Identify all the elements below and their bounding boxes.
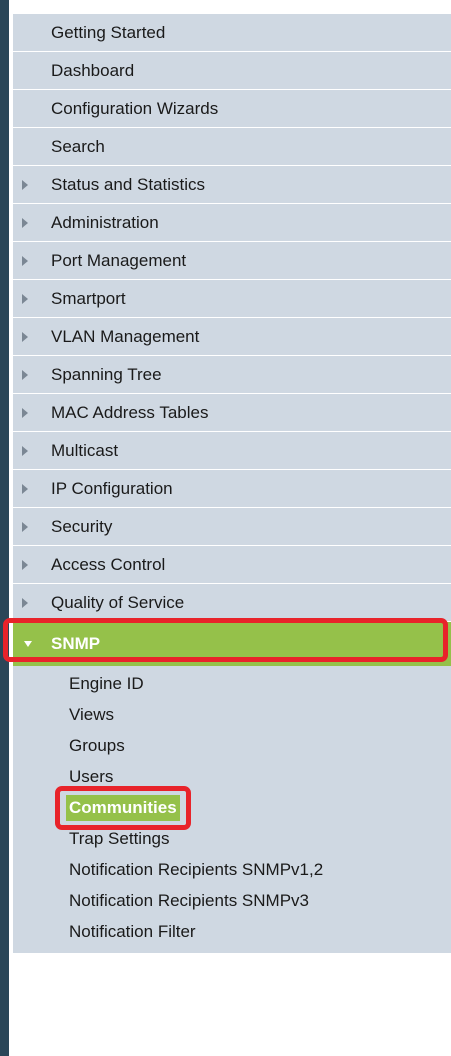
nav-item-administration[interactable]: Administration <box>13 204 451 242</box>
nav-item-mac-address-tables[interactable]: MAC Address Tables <box>13 394 451 432</box>
submenu-item-engine-id[interactable]: Engine ID <box>13 668 451 699</box>
triangle-right-icon <box>22 180 28 190</box>
nav-item-label: Multicast <box>51 441 119 460</box>
triangle-right-icon <box>22 484 28 494</box>
triangle-right-icon <box>22 598 28 608</box>
nav-item-label: Dashboard <box>51 61 135 80</box>
nav-item-label: Port Management <box>51 251 187 270</box>
selected-item-highlight: Communities <box>55 786 191 830</box>
submenu-item-label: Notification Recipients SNMPv1,2 <box>69 860 324 879</box>
nav-tree: Getting Started Dashboard Configuration Wi… <box>3 14 451 953</box>
nav-item-multicast[interactable]: Multicast <box>13 432 451 470</box>
left-border <box>0 0 9 1056</box>
nav-item-snmp[interactable]: SNMP <box>3 618 451 666</box>
triangle-right-icon <box>22 446 28 456</box>
submenu-item-groups[interactable]: Groups <box>13 730 451 761</box>
nav-item-label: Status and Statistics <box>51 175 206 194</box>
nav-item-label: Access Control <box>51 555 166 574</box>
triangle-right-icon <box>22 294 28 304</box>
triangle-right-icon <box>22 522 28 532</box>
nav-item-vlan-management[interactable]: VLAN Management <box>13 318 451 356</box>
nav-item-status-and-statistics[interactable]: Status and Statistics <box>13 166 451 204</box>
submenu-item-label: Engine ID <box>69 674 144 693</box>
nav-item-getting-started[interactable]: Getting Started <box>13 14 451 52</box>
navigation-panel: Getting Started Dashboard Configuration Wi… <box>0 0 451 1056</box>
submenu-item-label: Groups <box>69 736 125 755</box>
nav-item-access-control[interactable]: Access Control <box>13 546 451 584</box>
nav-item-label: Smartport <box>51 289 126 308</box>
nav-item-label: IP Configuration <box>51 479 173 498</box>
triangle-right-icon <box>22 218 28 228</box>
nav-item-label: Administration <box>51 213 159 232</box>
nav-item-label: MAC Address Tables <box>51 403 209 422</box>
submenu-item-label: Views <box>69 705 115 724</box>
nav-item-port-management[interactable]: Port Management <box>13 242 451 280</box>
nav-item-label: Search <box>51 137 105 156</box>
submenu-item-notification-recipients-snmpv1-2[interactable]: Notification Recipients SNMPv1,2 <box>13 854 451 885</box>
triangle-right-icon <box>22 370 28 380</box>
triangle-right-icon <box>22 560 28 570</box>
submenu-item-notification-filter[interactable]: Notification Filter <box>13 916 451 947</box>
nav-item-label: Spanning Tree <box>51 365 162 384</box>
submenu-item-label: Trap Settings <box>69 829 170 848</box>
nav-item-security[interactable]: Security <box>13 508 451 546</box>
nav-item-quality-of-service[interactable]: Quality of Service <box>13 584 451 622</box>
triangle-right-icon <box>22 332 28 342</box>
triangle-right-icon <box>22 256 28 266</box>
nav-item-search[interactable]: Search <box>13 128 451 166</box>
submenu-item-label: Notification Recipients SNMPv3 <box>69 891 309 910</box>
nav-item-label: VLAN Management <box>51 327 200 346</box>
triangle-down-icon <box>24 641 32 647</box>
submenu-item-label: Users <box>69 767 114 786</box>
submenu-item-views[interactable]: Views <box>13 699 451 730</box>
nav-item-ip-configuration[interactable]: IP Configuration <box>13 470 451 508</box>
submenu-item-trap-settings[interactable]: Trap Settings <box>13 823 451 854</box>
snmp-submenu: Engine ID Views Groups Users Communities Trap… <box>13 666 451 953</box>
nav-item-label: SNMP <box>51 634 101 653</box>
nav-item-configuration-wizards[interactable]: Configuration Wizards <box>13 90 451 128</box>
submenu-item-communities[interactable]: Communities <box>13 786 451 830</box>
nav-item-dashboard[interactable]: Dashboard <box>13 52 451 90</box>
triangle-right-icon <box>22 408 28 418</box>
nav-item-label: Configuration Wizards <box>51 99 219 118</box>
submenu-item-label: Notification Filter <box>69 922 196 941</box>
nav-item-label: Getting Started <box>51 23 166 42</box>
nav-item-spanning-tree[interactable]: Spanning Tree <box>13 356 451 394</box>
nav-item-smartport[interactable]: Smartport <box>13 280 451 318</box>
nav-item-label: Quality of Service <box>51 593 185 612</box>
submenu-item-notification-recipients-snmpv3[interactable]: Notification Recipients SNMPv3 <box>13 885 451 916</box>
nav-item-label: Security <box>51 517 113 536</box>
